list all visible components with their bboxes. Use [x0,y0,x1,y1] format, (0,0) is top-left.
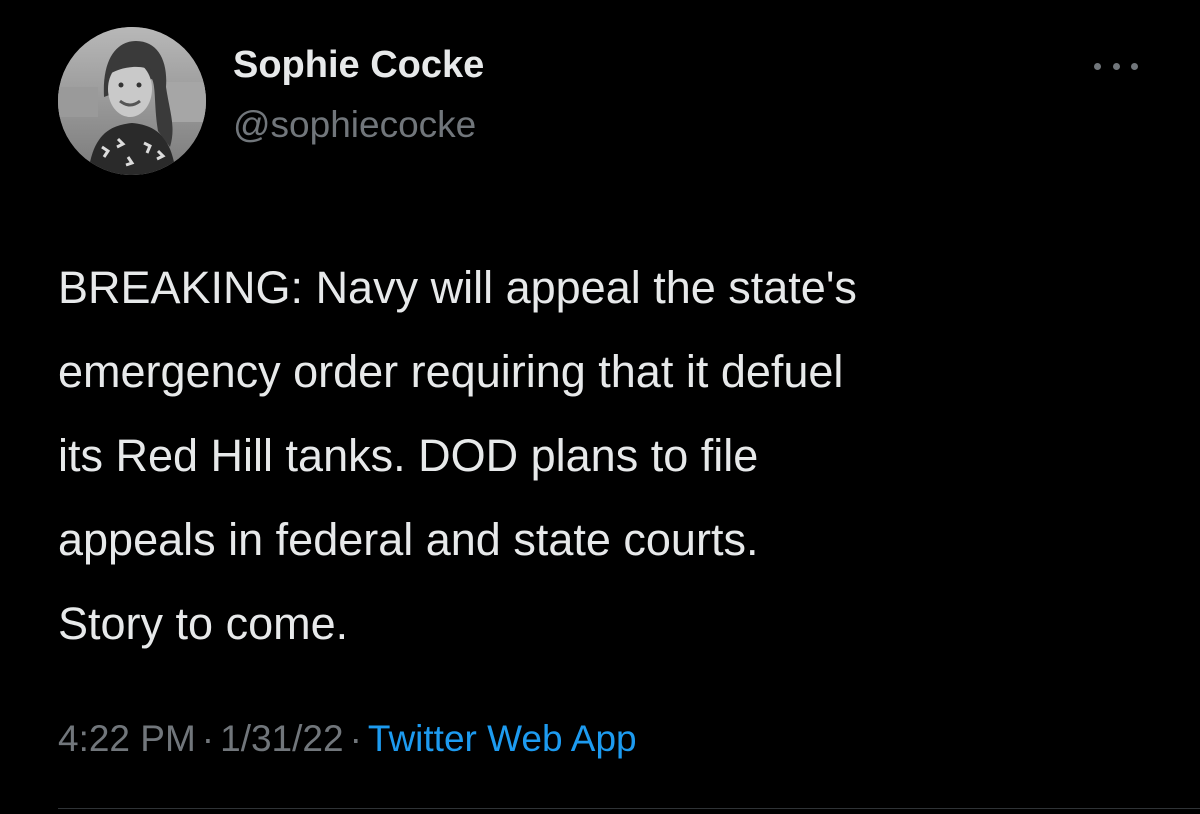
author-handle[interactable]: @sophiecocke [233,104,476,146]
profile-photo-icon [58,27,206,175]
author-avatar[interactable] [58,27,206,175]
tweet-time[interactable]: 4:22 PM [58,718,196,759]
tweet-card: Sophie Cocke @sophiecocke BREAKING: Navy… [0,0,1200,814]
tweet-text-line: emergency order requiring that it defuel [58,346,844,397]
tweet-text-line: appeals in federal and state courts. [58,514,759,565]
divider [58,808,1200,809]
tweet-text: BREAKING: Navy will appeal the state's e… [58,246,1168,666]
tweet-metadata: 4:22 PM · 1/31/22 · Twitter Web App [58,718,637,760]
tweet-text-line: its Red Hill tanks. DOD plans to file [58,430,759,481]
tweet-text-line: Story to come. [58,598,349,649]
more-dot [1112,62,1120,70]
more-options-icon[interactable] [1092,52,1140,80]
author-display-name[interactable]: Sophie Cocke [233,44,484,87]
meta-separator: · [201,718,215,759]
tweet-date[interactable]: 1/31/22 [220,718,343,759]
more-dot [1131,62,1138,70]
tweet-source-link[interactable]: Twitter Web App [368,718,637,759]
meta-separator: · [349,718,362,759]
more-dot [1094,62,1101,70]
tweet-text-line: BREAKING: Navy will appeal the state's [58,262,857,313]
